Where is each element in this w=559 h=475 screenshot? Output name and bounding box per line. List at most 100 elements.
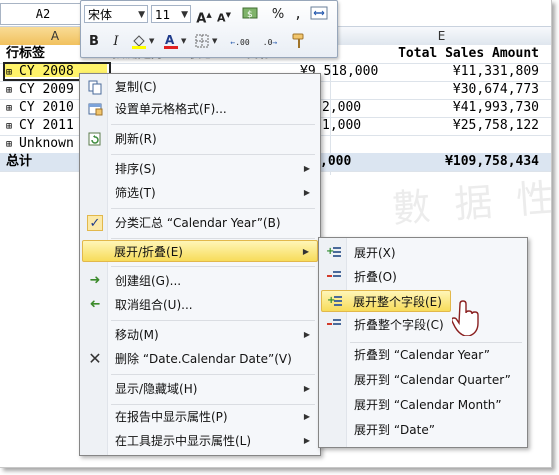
menu-separator	[111, 320, 315, 321]
menu-item-filter[interactable]: 筛选(T) ▶	[82, 182, 318, 204]
currency-format-icon[interactable]: $	[239, 6, 263, 24]
submenu-item-expand-entire-field[interactable]: + 展开整个字段(E)	[321, 290, 451, 312]
submenu-arrow-icon: ▶	[302, 247, 309, 256]
decrease-decimal-button[interactable]: .0→	[257, 34, 283, 52]
svg-text:+: +	[326, 246, 334, 257]
row-label: CY 2011	[19, 118, 74, 133]
submenu-arrow-icon: ▶	[303, 188, 310, 197]
increase-decimal-button[interactable]: ←.00	[227, 34, 253, 52]
svg-text:$: $	[247, 10, 253, 20]
sales-cell: ¥30,674,773	[452, 82, 539, 97]
menu-item-show-hide-fields[interactable]: 显示/隐藏域(H) ▶	[82, 378, 318, 400]
submenu-arrow-icon: ▶	[303, 384, 310, 393]
svg-text:+: +	[327, 295, 335, 306]
shrink-font-icon[interactable]: A▼	[215, 6, 233, 25]
font-color-icon[interactable]: A ▼	[161, 33, 189, 51]
expand-field-icon: +	[327, 294, 343, 310]
menu-separator	[111, 124, 315, 125]
ungroup-icon: ➜	[89, 297, 101, 312]
menu-separator	[111, 374, 315, 375]
menu-separator	[111, 208, 315, 209]
merge-center-icon[interactable]	[309, 6, 329, 24]
submenu-arrow-icon: ▶	[303, 330, 310, 339]
menu-separator	[111, 266, 315, 267]
svg-text:A: A	[165, 33, 175, 47]
font-size-value: 11	[155, 8, 171, 22]
percent-style-button[interactable]: %	[269, 6, 287, 24]
row-label: Unknown	[19, 136, 74, 151]
menu-item-refresh[interactable]: 刷新(R)	[82, 128, 318, 150]
menu-item-delete-field[interactable]: ✕ 删除 “Date.Calendar Date”(V)	[82, 348, 318, 370]
submenu-arrow-icon: ▶	[303, 412, 310, 421]
comma-style-button[interactable]: ,	[289, 4, 307, 22]
copy-icon	[87, 79, 103, 95]
submenu-item-collapse-to-year[interactable]: 折叠到 “Calendar Year”	[321, 344, 525, 366]
checkmark-icon: ✓	[87, 215, 103, 231]
expand-collapse-submenu: + 展开(X) 折叠(O) + 展开整个字段(E) 折叠整个字段(C) 折叠到 …	[318, 237, 528, 448]
menu-item-group[interactable]: ➜ 创建组(G)...	[82, 270, 318, 292]
menu-separator	[350, 342, 522, 343]
chevron-down-icon: ▼	[138, 10, 145, 20]
refresh-icon	[87, 131, 103, 147]
submenu-item-collapse[interactable]: 折叠(O)	[321, 266, 525, 288]
svg-text:▼: ▼	[149, 37, 155, 45]
submenu-arrow-icon: ▶	[303, 164, 310, 173]
menu-item-subtotal[interactable]: ✓ 分类汇总 “Calendar Year”(B)	[82, 212, 318, 234]
menu-item-move[interactable]: 移动(M) ▶	[82, 324, 318, 346]
fill-color-icon[interactable]: ▼	[129, 33, 157, 51]
italic-button[interactable]: I	[107, 33, 125, 51]
submenu-item-expand-to-quarter[interactable]: 展开到 “Calendar Quarter”	[321, 369, 525, 391]
menu-item-show-props-tooltip[interactable]: 在工具提示中显示属性(L) ▶	[82, 430, 318, 452]
menu-item-expand-collapse[interactable]: 展开/折叠(E) ▶	[82, 240, 318, 262]
format-painter-icon[interactable]	[289, 33, 311, 51]
menu-separator	[111, 238, 315, 239]
menu-item-sort[interactable]: 排序(S) ▶	[82, 158, 318, 180]
mini-toolbar: 宋体 ▼ 11 ▼ A▲ A▼ $ % , B I ▼ A ▼ ▼ ←.00 .…	[80, 0, 338, 58]
menu-separator	[111, 154, 315, 155]
menu-item-ungroup[interactable]: ➜ 取消组合(U)...	[82, 294, 318, 316]
total-sales-header[interactable]: Total Sales Amount	[339, 45, 539, 63]
collapse-field-icon	[326, 317, 342, 333]
target-cell: 1,000	[322, 118, 362, 133]
font-name-value: 宋体	[88, 8, 113, 22]
expand-plus-icon[interactable]: ⊞	[6, 64, 19, 82]
menu-separator	[111, 404, 315, 405]
menu-item-copy[interactable]: 复制(C)	[82, 76, 318, 98]
font-size-dropdown[interactable]: 11 ▼	[151, 5, 191, 23]
target-cell: ,000	[320, 154, 352, 169]
watermark: 數 据 性 垄	[390, 171, 552, 231]
expand-plus-icon[interactable]: ⊞	[6, 118, 19, 136]
group-icon: ➜	[89, 273, 101, 288]
menu-item-show-props-report[interactable]: 在报告中显示属性(P) ▶	[82, 406, 318, 428]
submenu-item-collapse-entire-field[interactable]: 折叠整个字段(C)	[321, 314, 525, 336]
expand-icon: +	[326, 245, 342, 261]
bold-button[interactable]: B	[85, 33, 103, 51]
submenu-item-expand-to-date[interactable]: 展开到 “Date”	[321, 419, 525, 441]
chevron-down-icon: ▼	[181, 10, 188, 20]
row-label: CY 2008	[19, 64, 74, 79]
font-name-dropdown[interactable]: 宋体 ▼	[84, 5, 148, 23]
row-label: CY 2010	[19, 100, 74, 115]
submenu-arrow-icon: ▶	[303, 436, 310, 445]
sales-cell: ¥25,758,122	[452, 118, 539, 133]
row-label: CY 2009	[19, 82, 74, 97]
delete-x-icon: ✕	[88, 349, 102, 368]
column-header-e[interactable]: E	[330, 27, 551, 45]
name-box[interactable]: A2	[0, 3, 86, 25]
svg-text:▼: ▼	[212, 37, 218, 45]
expand-plus-icon[interactable]: ⊞	[6, 136, 19, 154]
target-cell: 2,000	[322, 100, 362, 115]
submenu-item-expand[interactable]: + 展开(X)	[321, 242, 525, 264]
sales-cell: ¥41,993,730	[452, 100, 539, 115]
submenu-item-expand-to-month[interactable]: 展开到 “Calendar Month”	[321, 394, 525, 416]
expand-plus-icon[interactable]: ⊞	[6, 100, 19, 118]
svg-text:▼: ▼	[181, 37, 187, 45]
menu-item-format-cells[interactable]: 设置单元格格式(F)...	[82, 98, 318, 120]
grow-font-icon[interactable]: A▲	[195, 6, 213, 26]
expand-plus-icon[interactable]: ⊞	[6, 82, 19, 100]
borders-icon[interactable]: ▼	[193, 33, 221, 51]
context-menu: 复制(C) 设置单元格格式(F)... 刷新(R) 排序(S) ▶ 筛选(T) …	[79, 73, 321, 456]
sales-cell: ¥11,331,809	[452, 64, 539, 79]
collapse-icon	[326, 269, 342, 285]
format-cells-icon	[87, 101, 103, 117]
